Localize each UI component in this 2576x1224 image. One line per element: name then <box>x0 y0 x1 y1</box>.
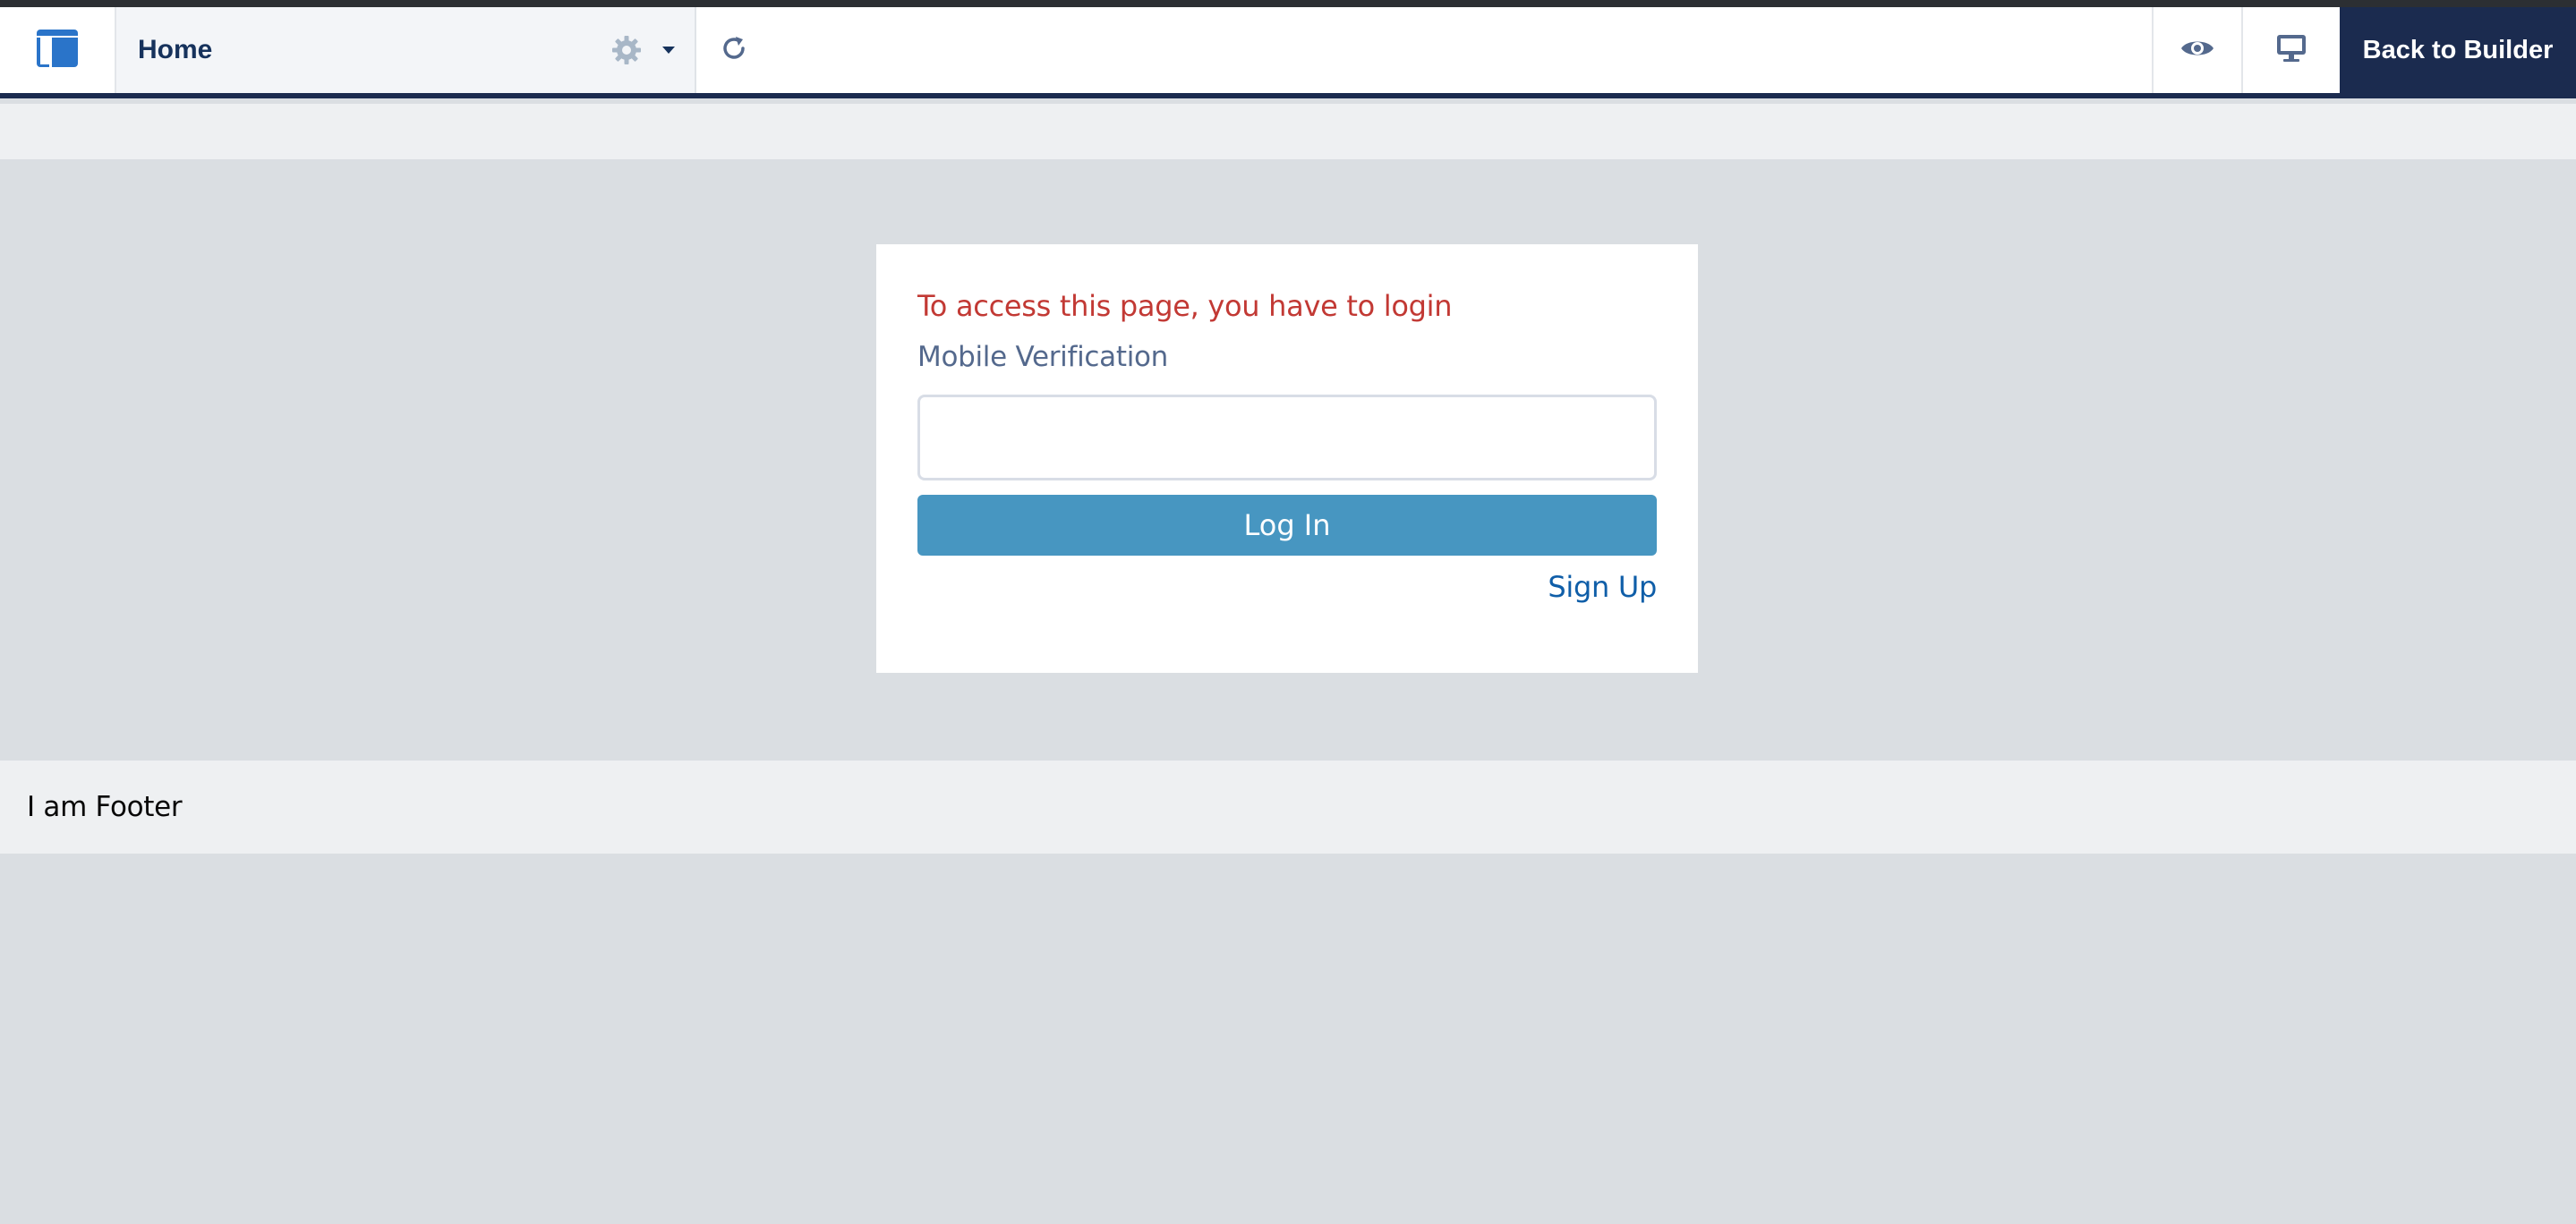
refresh-icon <box>719 33 749 68</box>
preview-button[interactable] <box>2152 7 2241 93</box>
login-required-message: To access this page, you have to login <box>917 289 1453 323</box>
page-selector[interactable]: Home <box>116 7 696 93</box>
refresh-button[interactable] <box>696 7 772 93</box>
eye-icon <box>2179 37 2215 64</box>
chevron-down-icon[interactable] <box>661 45 677 55</box>
page-footer: I am Footer <box>0 761 2576 854</box>
layout-icon <box>36 29 79 72</box>
empty-canvas-region <box>0 854 2576 1224</box>
desktop-icon <box>2275 33 2307 68</box>
device-selector-button[interactable] <box>2241 7 2340 93</box>
page-header-region <box>0 104 2576 159</box>
mobile-verification-label: Mobile Verification <box>917 341 1169 373</box>
mobile-verification-input[interactable] <box>917 395 1657 480</box>
back-to-builder-button[interactable]: Back to Builder <box>2340 7 2576 93</box>
signup-row: Sign Up <box>917 570 1657 604</box>
page-name: Home <box>138 35 213 64</box>
sign-up-link[interactable]: Sign Up <box>1548 570 1657 604</box>
footer-text: I am Footer <box>27 791 183 823</box>
gear-icon[interactable] <box>610 34 643 66</box>
main-content-region: To access this page, you have to login M… <box>0 159 2576 761</box>
app-launcher-button[interactable] <box>0 7 116 93</box>
window-top-strip <box>0 0 2576 7</box>
login-button[interactable]: Log In <box>917 495 1657 556</box>
login-form-card: To access this page, you have to login M… <box>876 244 1698 673</box>
builder-toolbar: Home Back to Builder <box>0 7 2576 98</box>
